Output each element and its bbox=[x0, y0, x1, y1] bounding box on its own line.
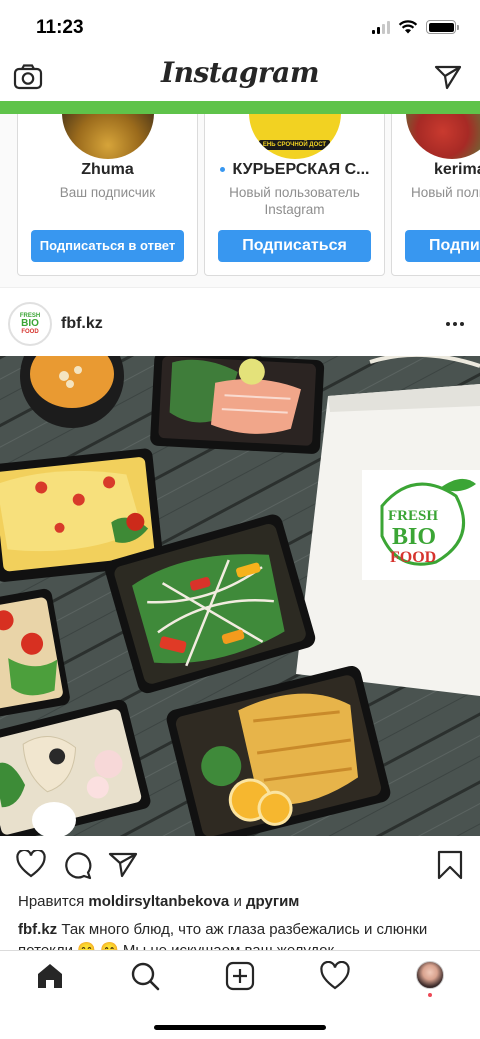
avatar-logo-line: FOOD bbox=[21, 329, 39, 335]
comment-icon[interactable] bbox=[62, 850, 92, 880]
activity-heart-icon[interactable] bbox=[320, 961, 350, 991]
bookmark-icon[interactable] bbox=[437, 850, 463, 880]
share-paper-plane-icon[interactable] bbox=[108, 851, 138, 878]
wifi-icon bbox=[398, 20, 418, 34]
follow-button[interactable]: Подпи bbox=[405, 230, 480, 262]
new-user-dot bbox=[219, 167, 225, 173]
paper-plane-icon[interactable] bbox=[434, 64, 462, 90]
search-icon[interactable] bbox=[130, 961, 160, 991]
bag-logo-line: BIO bbox=[392, 524, 436, 550]
home-indicator bbox=[154, 1025, 326, 1030]
likes-user-link[interactable]: moldirsyltanbekova bbox=[88, 893, 229, 910]
caption-text: Так много блюд, что аж глаза разбежались… bbox=[18, 921, 428, 951]
bag-logo-line: FOOD bbox=[390, 549, 436, 566]
suggestion-card: kerima Новый польз Insta Подпи bbox=[391, 114, 480, 276]
suggestion-subtitle: Новый пользователь Instagram bbox=[229, 185, 360, 217]
bottom-tab-bar bbox=[0, 950, 480, 1039]
post-username[interactable]: fbf.kz bbox=[61, 315, 103, 333]
avatar-text: ЕНЬ СРОЧНОЙ ДОСТ bbox=[258, 140, 331, 150]
bag-logo-line: FRESH bbox=[388, 508, 438, 524]
likes-line: Нравится moldirsyltanbekova и другим bbox=[18, 893, 300, 910]
suggestion-name[interactable]: КУРЬЕРСКАЯ С... bbox=[205, 161, 384, 179]
suggestion-avatar[interactable] bbox=[61, 114, 154, 159]
suggestions-carousel[interactable]: Zhuma Ваш подписчик Подписаться в ответ … bbox=[0, 114, 480, 288]
status-time: 11:23 bbox=[36, 17, 84, 38]
suggestion-name[interactable]: Zhuma bbox=[18, 161, 197, 179]
suggestion-name[interactable]: kerima bbox=[434, 161, 480, 179]
follow-button[interactable]: Подписаться bbox=[218, 230, 371, 262]
status-indicators bbox=[372, 20, 459, 34]
follow-back-button[interactable]: Подписаться в ответ bbox=[31, 230, 184, 262]
avatar-logo-line: BIO bbox=[21, 318, 39, 329]
loading-progress-bar bbox=[0, 101, 480, 114]
likes-others-link[interactable]: другим bbox=[246, 893, 299, 910]
post-caption: fbf.kz Так много блюд, что аж глаза разб… bbox=[18, 919, 468, 951]
notification-dot bbox=[428, 993, 432, 997]
instagram-logo: Instagram bbox=[161, 56, 319, 89]
post-avatar[interactable]: FRESH BIO FOOD bbox=[8, 302, 52, 346]
cellular-signal-icon bbox=[372, 20, 390, 34]
post-image[interactable]: FRESH BIO FOOD bbox=[0, 356, 480, 836]
post-actions bbox=[0, 836, 480, 892]
home-icon[interactable] bbox=[35, 961, 65, 991]
profile-avatar[interactable] bbox=[416, 961, 444, 989]
suggestion-avatar[interactable]: ЕНЬ СРОЧНОЙ ДОСТ bbox=[248, 114, 341, 159]
suggestion-avatar[interactable] bbox=[406, 114, 480, 159]
caption-username[interactable]: fbf.kz bbox=[18, 921, 57, 938]
like-heart-icon[interactable] bbox=[16, 850, 46, 878]
food-photo: FRESH BIO FOOD bbox=[0, 356, 480, 836]
new-post-icon[interactable] bbox=[225, 961, 255, 991]
post-header: FRESH BIO FOOD fbf.kz bbox=[0, 293, 480, 356]
suggestion-subtitle: Ваш подписчик bbox=[59, 185, 156, 200]
battery-icon bbox=[426, 20, 459, 34]
more-options-icon[interactable] bbox=[446, 322, 464, 326]
app-header: Instagram bbox=[0, 56, 480, 101]
suggestion-card: ЕНЬ СРОЧНОЙ ДОСТ КУРЬЕРСКАЯ С... Новый п… bbox=[204, 114, 385, 276]
suggestion-card: Zhuma Ваш подписчик Подписаться в ответ bbox=[17, 114, 198, 276]
status-bar: 11:23 bbox=[0, 0, 480, 56]
suggestion-subtitle: Новый польз Insta bbox=[411, 185, 480, 200]
